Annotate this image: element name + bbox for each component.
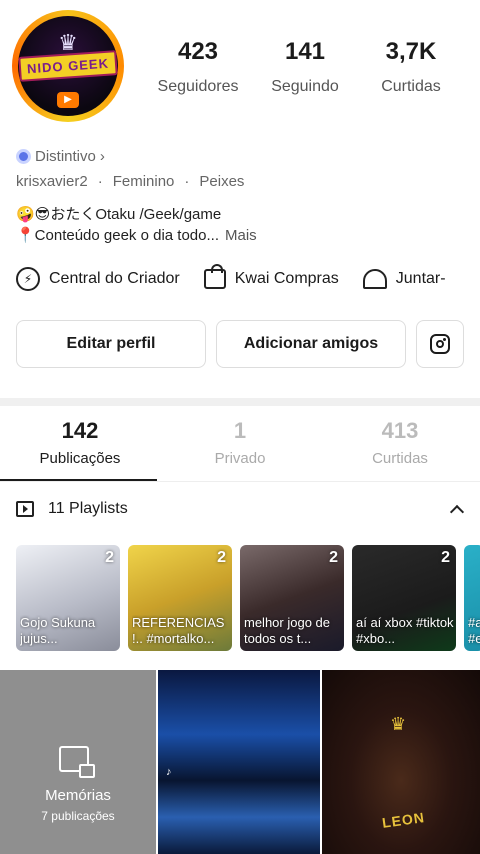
bio-line-2-text: 📍Conteúdo geek o dia todo... — [16, 227, 219, 244]
tab-private-label: Privado — [214, 450, 266, 467]
memories-title: Memórias — [45, 787, 111, 804]
kwai-shop-label: Kwai Compras — [234, 270, 339, 287]
add-friends-button[interactable]: Adicionar amigos — [216, 320, 406, 368]
tab-likes-label: Curtidas — [372, 450, 428, 467]
likes-stat[interactable]: 3,7K Curtidas — [356, 38, 466, 96]
meta-separator: · — [97, 173, 103, 190]
zodiac-sign: Peixes — [199, 173, 245, 190]
meta-separator: · — [184, 173, 190, 190]
playlist-title: melhor jogo de todos os t... — [244, 615, 330, 646]
video-thumbnail[interactable]: ♛ LEON — [322, 670, 480, 854]
edit-profile-button[interactable]: Editar perfil — [16, 320, 206, 368]
memories-card[interactable]: Memórias 7 publicações — [0, 670, 156, 854]
followers-label: Seguidores — [157, 78, 239, 95]
playlist-card[interactable]: 2 melhor jogo de todos os t... — [240, 545, 344, 651]
playlist-count: 2 — [441, 549, 450, 566]
playlist-count: 2 — [217, 549, 226, 566]
following-stat[interactable]: 141 Seguindo — [250, 38, 360, 96]
playlist-title: aí aí xbox #tiktok #xbo... — [356, 615, 454, 646]
gender: Feminino — [112, 173, 175, 190]
video-thumbnail[interactable]: ♪ — [158, 670, 320, 854]
playlists-header[interactable]: 11 Playlists — [16, 500, 468, 520]
chevron-right-icon: › — [99, 148, 105, 165]
playlist-card[interactable]: #a #e — [464, 545, 480, 651]
chevron-up-icon[interactable] — [449, 504, 465, 520]
bio: 🤪😎おたくOtaku /Geek/game 📍Conteúdo geek o d… — [16, 204, 257, 246]
kwai-shop-button[interactable]: Kwai Compras — [203, 264, 339, 291]
followers-stat[interactable]: 423 Seguidores — [143, 38, 253, 96]
bio-more-link[interactable]: Mais — [225, 227, 257, 244]
following-label: Seguindo — [271, 78, 339, 95]
username: krisxavier2 — [16, 173, 88, 190]
avatar-logo-text: NIDO GEEK — [18, 50, 118, 82]
thumbnail-caption: LEON — [381, 809, 426, 831]
avatar-image: ♛ NIDO GEEK ▶ — [18, 16, 118, 116]
tab-private-count: 1 — [233, 418, 247, 443]
badge-link[interactable]: Distintivo › — [16, 148, 105, 165]
join-label: Juntar- — [395, 270, 446, 287]
avatar[interactable]: ♛ NIDO GEEK ▶ — [12, 10, 124, 122]
lightning-icon: ⚡ — [16, 267, 40, 291]
playlist-count: 2 — [329, 549, 338, 566]
tent-icon — [362, 269, 387, 289]
playlist-count: 2 — [105, 549, 114, 566]
creator-tools: ⚡ Central do Criador Kwai Compras Juntar… — [16, 264, 446, 291]
likes-count: 3,7K — [385, 38, 437, 65]
badge-label: Distintivo — [35, 148, 96, 165]
tab-likes-count: 413 — [381, 418, 419, 443]
creator-center-button[interactable]: ⚡ Central do Criador — [16, 267, 180, 291]
section-divider — [0, 398, 480, 406]
profile-meta: krisxavier2 · Feminino · Peixes — [16, 173, 244, 190]
instagram-icon — [430, 334, 450, 354]
playlist-card[interactable]: 2 aí aí xbox #tiktok #xbo... — [352, 545, 456, 651]
following-count: 141 — [284, 38, 326, 65]
playlists-title: 11 Playlists — [48, 500, 128, 517]
playlist-card[interactable]: 2 Gojo Sukuna jujus... — [16, 545, 120, 651]
shopping-bag-icon — [203, 264, 226, 289]
playlist-title: REFERENCIAS !.. #mortalko... — [132, 615, 225, 646]
creator-center-label: Central do Criador — [49, 270, 180, 287]
join-button[interactable]: Juntar- — [362, 267, 446, 291]
followers-count: 423 — [177, 38, 219, 65]
bio-line-1: 🤪😎おたくOtaku /Geek/game — [16, 206, 222, 223]
content-tabs: 142 Publicações 1 Privado 413 Curtidas — [0, 418, 480, 467]
bio-line-2: 📍Conteúdo geek o dia todo... Mais — [16, 225, 257, 246]
tab-publications-label: Publicações — [39, 450, 121, 467]
playlist-icon — [16, 501, 34, 517]
playlist-title: Gojo Sukuna jujus... — [20, 615, 96, 646]
tab-publications[interactable]: 142 Publicações — [0, 418, 160, 467]
tab-private[interactable]: 1 Privado — [160, 418, 320, 467]
playlist-card[interactable]: 2 REFERENCIAS !.. #mortalko... — [128, 545, 232, 651]
tiktok-mark-icon: ♪ — [166, 766, 172, 778]
tab-publications-count: 142 — [61, 418, 99, 443]
tabs-border — [0, 481, 480, 482]
tab-likes[interactable]: 413 Curtidas — [320, 418, 480, 467]
likes-label: Curtidas — [381, 78, 441, 95]
memories-icon — [59, 746, 95, 778]
badge-icon — [16, 149, 31, 164]
playlists-row: 2 Gojo Sukuna jujus... 2 REFERENCIAS !..… — [16, 545, 480, 651]
profile-actions: Editar perfil Adicionar amigos — [16, 320, 464, 368]
memories-count: 7 publicações — [41, 809, 115, 823]
crown-icon: ♛ — [390, 714, 407, 734]
instagram-button[interactable] — [416, 320, 464, 368]
posts-grid: Memórias 7 publicações ♪ ♛ LEON — [0, 670, 480, 854]
play-icon: ▶ — [57, 92, 79, 108]
playlist-title: #a #e — [468, 615, 480, 646]
